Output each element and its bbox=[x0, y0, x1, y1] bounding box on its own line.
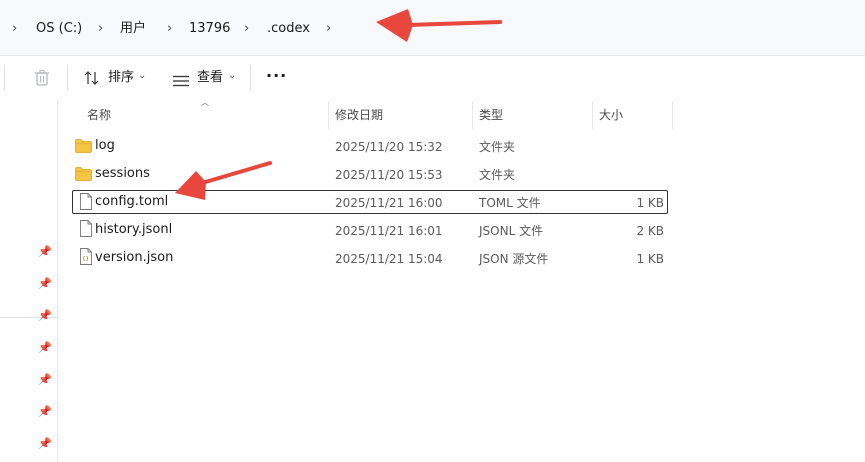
file-icon bbox=[80, 193, 92, 210]
file-modified: 2025/11/21 15:04 bbox=[335, 252, 443, 266]
command-bar: 排序 ⌄ 查看 ⌄ ··· bbox=[0, 57, 865, 99]
column-header-type[interactable]: 类型 bbox=[479, 101, 503, 129]
toolbar-divider bbox=[67, 65, 68, 91]
sort-button[interactable]: 排序 ⌄ bbox=[84, 69, 150, 87]
sort-label: 排序 bbox=[108, 70, 135, 85]
breadcrumb-item-users[interactable]: 用户 bbox=[120, 20, 146, 38]
file-name: sessions bbox=[95, 166, 150, 181]
navigation-pane: 📌 📌 📌 📌 📌 📌 📌 bbox=[0, 99, 57, 462]
more-options-button[interactable]: ··· bbox=[266, 67, 287, 85]
file-name: log bbox=[95, 138, 115, 153]
list-item[interactable]: log 2025/11/20 15:32 文件夹 bbox=[72, 134, 668, 158]
column-header-size[interactable]: 大小 bbox=[599, 101, 623, 129]
file-type: TOML 文件 bbox=[479, 196, 541, 210]
file-size: 1 KB bbox=[636, 196, 664, 210]
chevron-right-icon[interactable]: › bbox=[326, 20, 331, 38]
file-modified: 2025/11/20 15:53 bbox=[335, 168, 443, 182]
column-divider[interactable] bbox=[472, 101, 473, 129]
breadcrumb-item-codex[interactable]: .codex bbox=[267, 20, 310, 38]
list-item[interactable]: sessions 2025/11/20 15:53 文件夹 bbox=[72, 162, 668, 186]
file-name: config.toml bbox=[95, 194, 169, 209]
file-size: 2 KB bbox=[636, 224, 664, 238]
toolbar-divider bbox=[250, 65, 251, 91]
pin-icon[interactable]: 📌 bbox=[38, 373, 52, 386]
column-header-name[interactable]: 名称 bbox=[87, 101, 111, 129]
file-name: version.json bbox=[95, 250, 174, 265]
file-modified: 2025/11/21 16:00 bbox=[335, 196, 443, 210]
pin-icon[interactable]: 📌 bbox=[38, 245, 52, 258]
breadcrumb-item-drive[interactable]: OS (C:) bbox=[36, 20, 82, 38]
list-item[interactable]: history.jsonl 2025/11/21 16:01 JSONL 文件 … bbox=[72, 218, 668, 242]
view-label: 查看 bbox=[197, 70, 224, 85]
pane-splitter[interactable] bbox=[57, 99, 58, 462]
column-divider[interactable] bbox=[592, 101, 593, 129]
column-divider[interactable] bbox=[672, 101, 673, 129]
file-modified: 2025/11/21 16:01 bbox=[335, 224, 443, 238]
pin-icon[interactable]: 📌 bbox=[38, 341, 52, 354]
chevron-down-icon: ⌄ bbox=[138, 70, 147, 81]
pin-icon[interactable]: 📌 bbox=[38, 437, 52, 450]
file-type: JSON 源文件 bbox=[479, 252, 549, 266]
pin-icon[interactable]: 📌 bbox=[38, 277, 52, 290]
chevron-right-icon[interactable]: › bbox=[12, 20, 17, 38]
chevron-down-icon: ⌄ bbox=[228, 70, 237, 81]
list-view-icon bbox=[172, 72, 190, 91]
file-name: history.jsonl bbox=[95, 222, 173, 237]
address-bar[interactable]: › OS (C:) › 用户 › 13796 › .codex › bbox=[0, 0, 865, 56]
view-button[interactable]: 查看 ⌄ bbox=[172, 69, 238, 87]
list-item[interactable]: {} version.json 2025/11/21 15:04 JSON 源文… bbox=[72, 246, 668, 270]
column-header-row: 名称 修改日期 类型 大小 bbox=[58, 101, 865, 129]
list-item-selected[interactable]: config.toml 2025/11/21 16:00 TOML 文件 1 K… bbox=[72, 190, 668, 214]
column-divider[interactable] bbox=[328, 101, 329, 129]
file-modified: 2025/11/20 15:32 bbox=[335, 140, 443, 154]
file-type: 文件夹 bbox=[479, 140, 516, 154]
svg-text:{}: {} bbox=[82, 256, 89, 262]
chevron-right-icon[interactable]: › bbox=[244, 20, 249, 38]
folder-icon bbox=[75, 138, 92, 153]
folder-icon bbox=[75, 166, 92, 181]
chevron-right-icon[interactable]: › bbox=[167, 20, 172, 38]
file-type: 文件夹 bbox=[479, 168, 516, 182]
chevron-right-icon[interactable]: › bbox=[98, 20, 103, 38]
file-type: JSONL 文件 bbox=[479, 224, 544, 238]
file-icon bbox=[80, 220, 92, 237]
delete-icon[interactable] bbox=[34, 69, 50, 91]
pin-icon[interactable]: 📌 bbox=[38, 405, 52, 418]
column-header-modified[interactable]: 修改日期 bbox=[335, 101, 383, 129]
sort-icon bbox=[84, 70, 100, 90]
pin-icon[interactable]: 📌 bbox=[38, 309, 52, 322]
file-size: 1 KB bbox=[636, 252, 664, 266]
breadcrumb-item-user[interactable]: 13796 bbox=[189, 20, 230, 38]
json-file-icon: {} bbox=[80, 248, 92, 265]
toolbar-divider bbox=[4, 65, 5, 91]
